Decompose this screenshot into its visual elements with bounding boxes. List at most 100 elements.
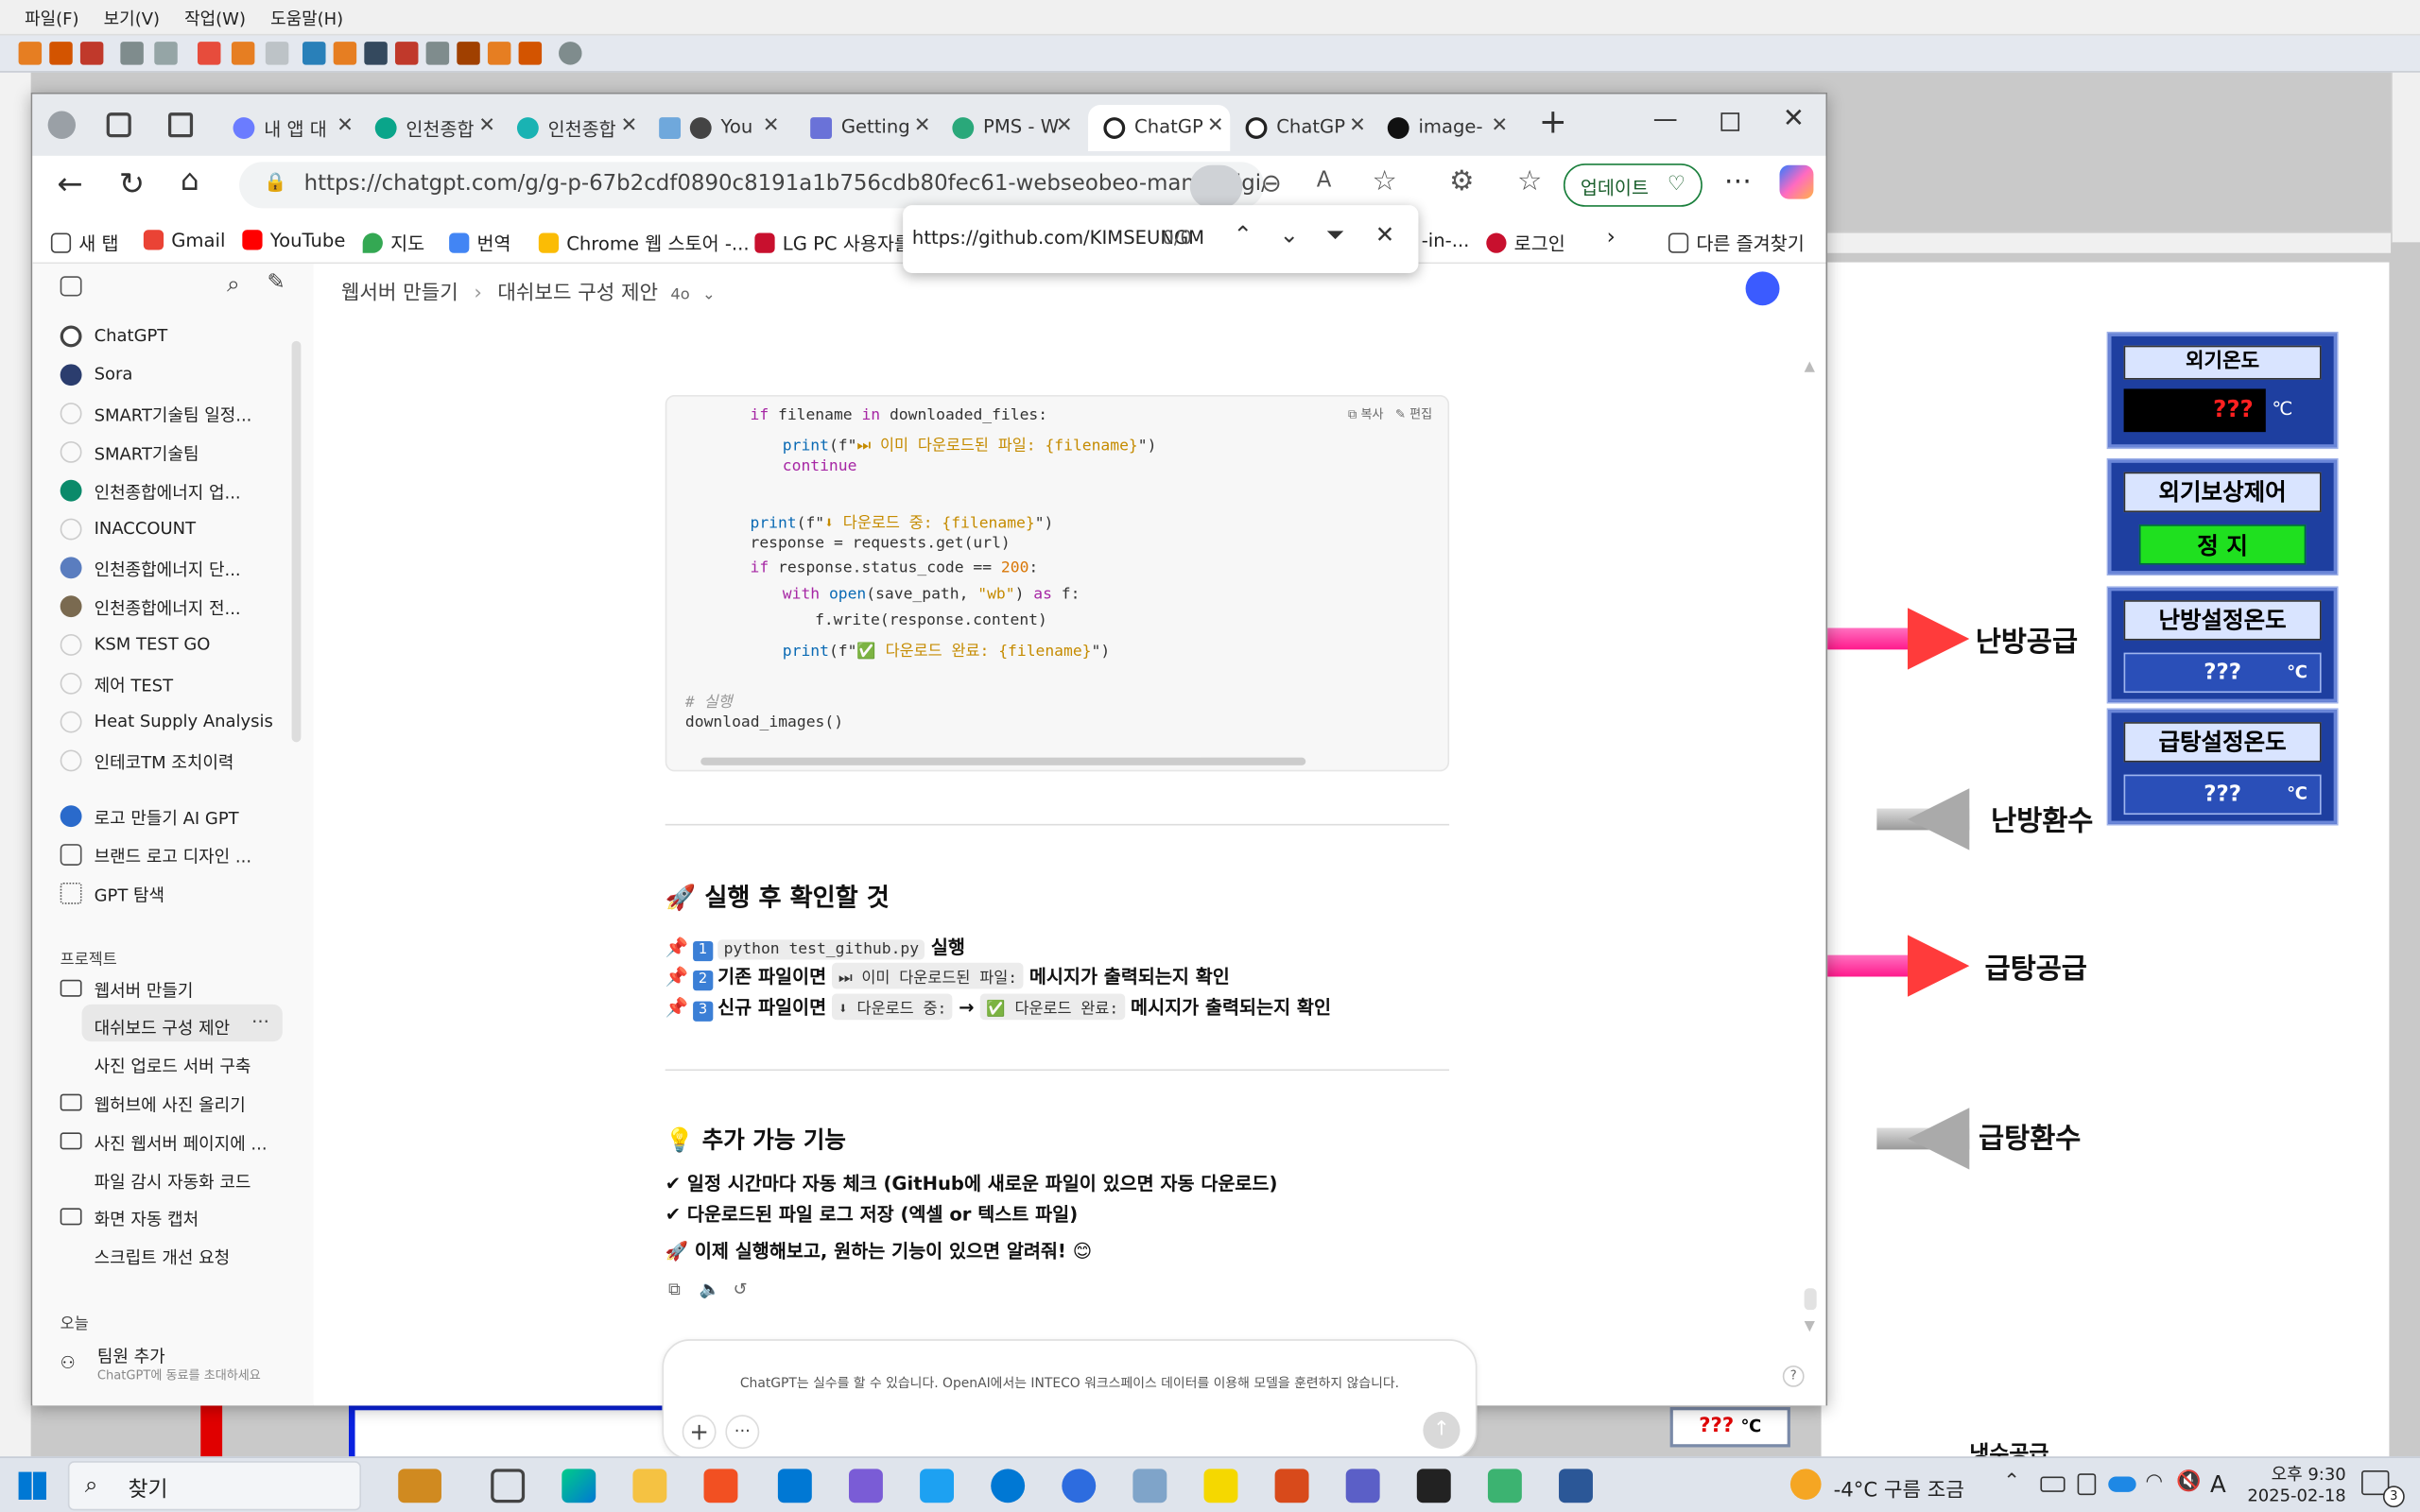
pen-app-icon[interactable] bbox=[1559, 1469, 1593, 1503]
copy-button[interactable]: 복사 bbox=[1360, 407, 1383, 421]
find-previous-icon[interactable]: ⌃ bbox=[1234, 220, 1253, 248]
breadcrumb-chat[interactable]: 대쉬보드 구성 제안 bbox=[497, 283, 658, 305]
toolbar-network-icon[interactable] bbox=[364, 42, 388, 65]
toolbar-pen-icon[interactable] bbox=[333, 42, 357, 65]
windows-start-icon[interactable] bbox=[18, 1471, 46, 1500]
workspaces-icon[interactable] bbox=[106, 112, 131, 138]
sync-icon[interactable] bbox=[920, 1469, 955, 1503]
close-icon[interactable]: ✕ bbox=[337, 114, 354, 137]
close-icon[interactable]: ✕ bbox=[1056, 114, 1073, 137]
toolbar-add-icon[interactable] bbox=[487, 42, 511, 65]
tab-7-active[interactable]: ChatGP ✕ bbox=[1088, 105, 1231, 152]
send-arrow-icon[interactable]: ↑ bbox=[1423, 1411, 1461, 1450]
sidebar-item-gpt[interactable]: 인천종합에너지 업... bbox=[54, 479, 241, 505]
tab-4[interactable]: You ✕ bbox=[644, 105, 786, 151]
h-app-icon[interactable] bbox=[1487, 1469, 1522, 1503]
bookmark-login[interactable]: 로그인 bbox=[1486, 230, 1565, 256]
window-close-icon[interactable]: ✕ bbox=[1783, 103, 1805, 134]
sidebar-item-gpt[interactable]: 로고 만들기 AI GPT bbox=[54, 805, 239, 830]
heat-set-value-box[interactable]: ??? ℃ bbox=[2123, 652, 2322, 694]
find-close-icon[interactable]: ✕ bbox=[1375, 220, 1395, 248]
tray-chevron-icon[interactable]: ⌃ bbox=[2003, 1470, 2020, 1493]
model-badge[interactable]: 4o bbox=[670, 287, 689, 304]
close-icon[interactable]: ✕ bbox=[1349, 114, 1366, 137]
tab-6[interactable]: PMS - W ✕ bbox=[937, 105, 1079, 151]
tab-actions-icon[interactable] bbox=[167, 112, 194, 138]
toolbar-edit-icon[interactable] bbox=[231, 42, 255, 65]
chat-options-icon[interactable]: ··· bbox=[251, 1010, 269, 1032]
device-icon[interactable] bbox=[2077, 1473, 2097, 1496]
toolbar-tool-icon[interactable] bbox=[154, 42, 178, 65]
refresh-icon[interactable]: ↻ bbox=[119, 165, 145, 202]
scroll-down-icon[interactable]: ▼ bbox=[1805, 1319, 1815, 1334]
maximize-icon[interactable] bbox=[1720, 112, 1740, 131]
favorite-star-icon[interactable]: ☆ bbox=[1372, 165, 1396, 198]
regenerate-icon[interactable]: ↺ bbox=[734, 1280, 748, 1299]
sidebar-item-gpt[interactable]: 인천종합에너지 단... bbox=[54, 557, 241, 581]
project-folder[interactable]: 화면 자동 캡처 bbox=[54, 1207, 199, 1231]
sidebar-item-gpt[interactable]: 제어 TEST bbox=[54, 672, 173, 697]
toolbar-print-icon[interactable] bbox=[120, 42, 144, 65]
menu-work[interactable]: 작업(W) bbox=[184, 7, 246, 31]
url-field[interactable]: 🔒 https://chatgpt.com/g/g-p-67b2cdf0890c… bbox=[239, 162, 1265, 209]
comp-control-state[interactable]: 정 지 bbox=[2138, 524, 2307, 565]
edge-icon[interactable] bbox=[562, 1469, 596, 1503]
toolbar-page-icon[interactable] bbox=[425, 42, 450, 65]
sidebar-item-gpt[interactable]: Heat Supply Analysis bbox=[54, 711, 273, 733]
close-icon[interactable]: ✕ bbox=[763, 114, 780, 137]
find-next-icon[interactable]: ⌄ bbox=[1280, 220, 1300, 248]
toolbar-folder-icon[interactable] bbox=[49, 42, 73, 65]
breadcrumb-project[interactable]: 웹서버 만들기 bbox=[341, 283, 458, 305]
sidebar-item-gpt[interactable]: KSM TEST GO bbox=[54, 634, 210, 656]
bookmark-translate[interactable]: 번역 bbox=[449, 230, 511, 256]
help-icon[interactable]: ? bbox=[1782, 1365, 1805, 1387]
copilot-icon[interactable] bbox=[1779, 164, 1814, 199]
project-chat[interactable]: 사진 업로드 서버 구축 bbox=[54, 1054, 251, 1078]
clock[interactable]: 오후 9:30 2025-02-18 bbox=[2247, 1461, 2345, 1505]
home-icon[interactable]: ⌂ bbox=[181, 163, 199, 198]
menu-help[interactable]: 도움말(H) bbox=[270, 7, 343, 31]
bookmark-chrome-store[interactable]: Chrome 웹 스토어 -... bbox=[538, 230, 750, 256]
bg-vertical-scrollbar[interactable] bbox=[2391, 72, 2420, 243]
hw-set-value-box[interactable]: ??? ℃ bbox=[2123, 774, 2322, 816]
lock-icon[interactable]: 🔒 bbox=[264, 171, 286, 193]
sidebar-item-gpt[interactable]: SMART기술팀 일정... bbox=[54, 403, 251, 427]
mail-icon[interactable] bbox=[777, 1469, 812, 1503]
read-aloud-icon[interactable]: A bbox=[1317, 168, 1332, 193]
tab-1[interactable]: 내 앱 대 ✕ bbox=[217, 105, 359, 151]
add-team-member[interactable]: ⚇ 팀원 추가 ChatGPT에 동료를 초대하세요 bbox=[54, 1341, 301, 1387]
bg-horizontal-scrollbar[interactable] bbox=[1821, 231, 2392, 253]
calculator-icon[interactable] bbox=[848, 1469, 883, 1503]
flame-app-icon[interactable] bbox=[1274, 1469, 1309, 1503]
profile-avatar-icon[interactable] bbox=[47, 111, 77, 139]
search-icon[interactable]: ⌕ bbox=[227, 270, 240, 298]
toolbar-copy-icon[interactable] bbox=[518, 42, 543, 65]
new-chat-icon[interactable]: ✎ bbox=[267, 270, 285, 295]
project-chat[interactable]: 스크립트 개선 요청 bbox=[54, 1246, 231, 1270]
briefcase-icon[interactable] bbox=[398, 1469, 441, 1503]
teams-icon[interactable] bbox=[1345, 1469, 1380, 1503]
chevron-down-icon[interactable]: ⌄ bbox=[702, 287, 716, 304]
sidebar-toggle-icon[interactable] bbox=[60, 276, 82, 297]
minimize-icon[interactable]: — bbox=[1653, 103, 1678, 132]
taskbar-search[interactable]: ⌕ 찾기 bbox=[67, 1461, 362, 1511]
file-explorer-icon[interactable] bbox=[632, 1469, 667, 1503]
attach-plus-icon[interactable]: + bbox=[682, 1415, 717, 1450]
tab-5[interactable]: Getting ✕ bbox=[795, 105, 937, 151]
page-find-icon[interactable] bbox=[1189, 164, 1243, 209]
volume-mute-icon[interactable]: 🔇 bbox=[2176, 1470, 2201, 1493]
project-chat[interactable]: 파일 감시 자동화 코드 bbox=[54, 1170, 251, 1194]
pin-app-icon[interactable] bbox=[1062, 1469, 1097, 1503]
toolbar-action-icon[interactable] bbox=[197, 42, 221, 65]
close-icon[interactable]: ✕ bbox=[620, 114, 637, 137]
wifi-icon[interactable]: ◠ bbox=[2145, 1470, 2163, 1493]
tab-2[interactable]: 인천종합 ✕ bbox=[359, 105, 501, 151]
other-favorites[interactable]: 다른 즐겨찾기 bbox=[1668, 230, 1805, 256]
bookmark-gmail[interactable]: Gmail bbox=[143, 230, 225, 251]
onedrive-icon[interactable] bbox=[2108, 1476, 2136, 1492]
project-folder[interactable]: 사진 웹서버 페이지에 ... bbox=[54, 1131, 268, 1156]
sidebar-item-explore-gpts[interactable]: GPT 탐색 bbox=[54, 882, 164, 907]
scroll-up-icon[interactable]: ▲ bbox=[1805, 359, 1815, 381]
weather-text[interactable]: -4°C 구름 조금 bbox=[1834, 1473, 1964, 1503]
bookmark-newtab[interactable]: 새 탭 bbox=[50, 230, 119, 256]
